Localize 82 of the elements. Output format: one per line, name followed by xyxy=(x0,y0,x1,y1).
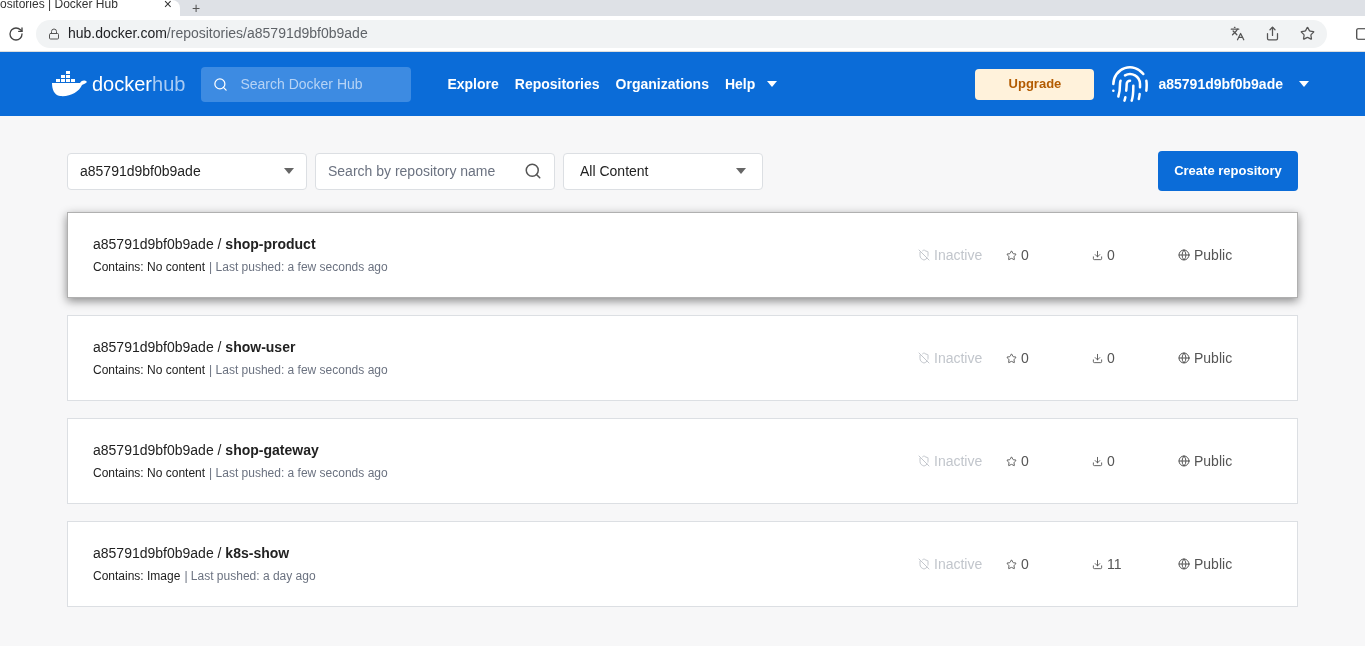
repository-row[interactable]: a85791d9bf0b9ade / show-user Contains: No content | Last pushed: a few seconds ago Inactive 0 0 Public xyxy=(67,315,1298,401)
share-icon[interactable] xyxy=(1265,26,1280,41)
status-text: Inactive xyxy=(934,245,983,265)
url-text: hub.docker.com/repositories/a85791d9bf0b9ade xyxy=(68,24,368,43)
visibility-text: Public xyxy=(1194,451,1233,471)
content-filter-dropdown[interactable]: All Content xyxy=(563,152,763,190)
download-icon xyxy=(1092,352,1103,364)
repository-row[interactable]: a85791d9bf0b9ade / k8s-show Contains: Image | Last pushed: a day ago Inactive 0 11 Public xyxy=(67,521,1298,607)
repository-search-box[interactable]: Search by repository name xyxy=(315,152,555,190)
star-icon xyxy=(1006,352,1017,364)
download-icon xyxy=(1092,455,1103,467)
download-icon xyxy=(1092,249,1103,261)
translate-icon[interactable] xyxy=(1230,26,1245,41)
pull-count: 11 xyxy=(1107,554,1122,574)
last-pushed-text: | Last pushed: a day ago xyxy=(184,568,316,585)
bookmark-star-icon[interactable] xyxy=(1300,26,1315,41)
star-count: 0 xyxy=(1021,348,1029,368)
fingerprint-avatar-icon[interactable] xyxy=(1110,64,1151,104)
pull-count: 0 xyxy=(1107,348,1115,368)
caret-icon xyxy=(284,168,294,174)
search-icon xyxy=(213,76,229,92)
new-tab-button[interactable]: + xyxy=(192,1,201,15)
globe-icon xyxy=(1178,558,1190,570)
contains-text: Contains: No content xyxy=(93,259,206,276)
username[interactable]: a85791d9bf0b9ade xyxy=(1158,73,1283,95)
star-count: 0 xyxy=(1021,245,1029,265)
download-icon xyxy=(1092,558,1103,570)
search-field[interactable]: Search Docker Hub xyxy=(240,66,400,102)
pull-count: 0 xyxy=(1107,245,1115,265)
nav-link[interactable]: Organizations xyxy=(615,73,709,95)
lock-icon xyxy=(48,27,60,40)
repository-title: a85791d9bf0b9ade / shop-gateway xyxy=(93,441,320,460)
inactive-icon xyxy=(918,558,930,570)
globe-icon xyxy=(1178,249,1190,261)
repository-title: a85791d9bf0b9ade / k8s-show xyxy=(93,544,291,563)
address-bar[interactable]: hub.docker.com/repositories/a85791d9bf0b9ade xyxy=(36,19,1327,48)
pull-count: 0 xyxy=(1107,451,1115,471)
create-repository-button[interactable]: Create repository xyxy=(1158,151,1298,191)
reload-icon[interactable] xyxy=(8,25,24,42)
status-text: Inactive xyxy=(934,451,983,471)
inactive-icon xyxy=(918,352,930,364)
visibility-text: Public xyxy=(1194,245,1233,265)
logo-text: dockerhub xyxy=(92,72,186,97)
contains-text: Contains: No content xyxy=(93,465,206,482)
search-icon xyxy=(524,162,542,180)
status-text: Inactive xyxy=(934,554,983,574)
star-icon xyxy=(1006,249,1017,261)
contains-text: Contains: No content xyxy=(93,362,206,379)
repository-title: a85791d9bf0b9ade / show-user xyxy=(93,338,297,357)
visibility-text: Public xyxy=(1194,348,1233,368)
inactive-icon xyxy=(918,249,930,261)
star-count: 0 xyxy=(1021,554,1029,574)
caret-icon xyxy=(1299,81,1309,87)
visibility-text: Public xyxy=(1194,554,1233,574)
search-box[interactable]: Search Docker Hub xyxy=(201,66,412,102)
status-text: Inactive xyxy=(934,348,983,368)
sidebar-icon[interactable] xyxy=(1355,26,1365,41)
docker-logo[interactable]: dockerhub xyxy=(50,69,186,99)
repository-row[interactable]: a85791d9bf0b9ade / shop-gateway Contains: No content | Last pushed: a few seconds ago Inactive 0 0 Public xyxy=(67,418,1298,504)
namespace-dropdown[interactable]: a85791d9bf0b9ade xyxy=(67,152,307,190)
star-count: 0 xyxy=(1021,451,1029,471)
star-icon xyxy=(1006,558,1017,570)
repository-search-field[interactable]: Search by repository name xyxy=(328,153,516,189)
nav-link[interactable]: Explore xyxy=(447,73,499,95)
last-pushed-text: | Last pushed: a few seconds ago xyxy=(209,362,388,379)
nav-link[interactable]: Repositories xyxy=(514,73,600,95)
globe-icon xyxy=(1178,455,1190,467)
last-pushed-text: | Last pushed: a few seconds ago xyxy=(209,259,388,276)
close-tab-button[interactable]: × xyxy=(163,0,172,11)
repository-title: a85791d9bf0b9ade / shop-product xyxy=(93,235,317,254)
caret-icon xyxy=(767,81,778,87)
browser-tab[interactable]: ositories | Docker Hub × xyxy=(0,0,180,16)
repository-row[interactable]: a85791d9bf0b9ade / shop-product Contains: No content | Last pushed: a few seconds ago Inactive 0 0 Public xyxy=(67,212,1298,298)
star-icon xyxy=(1006,455,1017,467)
inactive-icon xyxy=(918,455,930,467)
contains-text: Contains: Image xyxy=(93,568,181,585)
caret-icon xyxy=(736,168,746,174)
globe-icon xyxy=(1178,352,1190,364)
whale-icon xyxy=(50,71,88,97)
nav-link[interactable]: Help xyxy=(724,73,756,95)
last-pushed-text: | Last pushed: a few seconds ago xyxy=(209,465,388,482)
upgrade-button[interactable]: Upgrade xyxy=(975,68,1095,100)
